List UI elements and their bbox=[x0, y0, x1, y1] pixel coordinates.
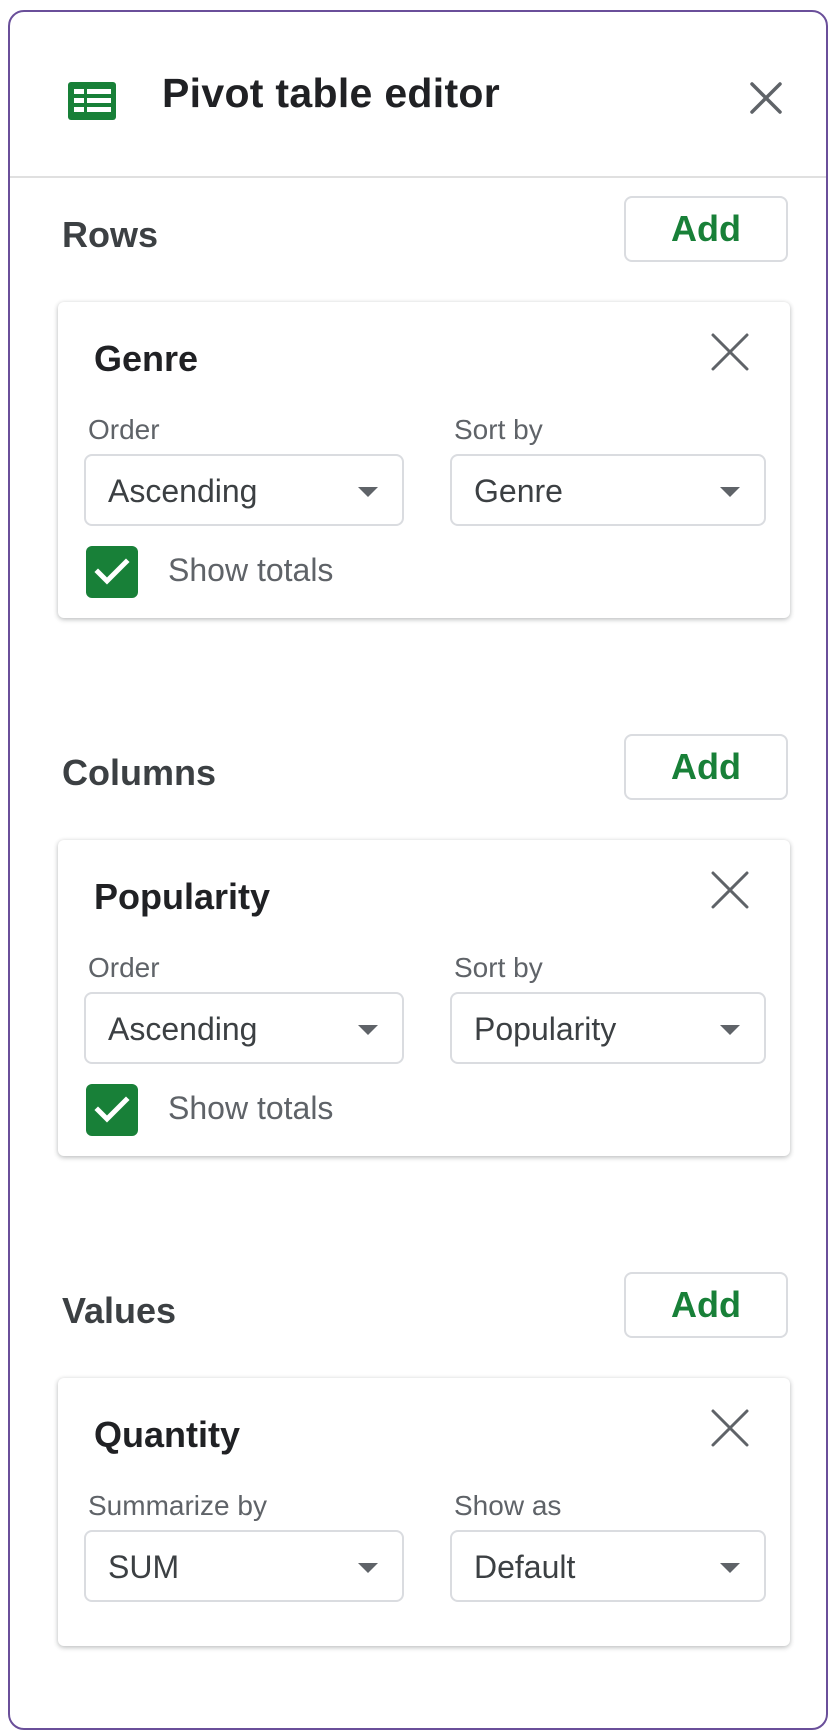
sort-by-select[interactable]: Popularity bbox=[450, 992, 766, 1064]
close-icon bbox=[711, 333, 749, 371]
column-field-card: Popularity Order Sort by Ascending Popul… bbox=[58, 840, 790, 1156]
editor-title: Pivot table editor bbox=[162, 70, 501, 116]
close-icon bbox=[711, 1409, 749, 1447]
sort-by-label: Sort by bbox=[454, 414, 543, 445]
add-value-button[interactable]: Add bbox=[624, 1272, 788, 1338]
value-field-title: Quantity bbox=[94, 1414, 241, 1455]
order-select[interactable]: Ascending bbox=[84, 992, 404, 1064]
show-totals-label: Show totals bbox=[168, 552, 334, 588]
dropdown-caret-icon bbox=[358, 1025, 378, 1035]
dropdown-caret-icon bbox=[720, 487, 740, 497]
show-as-select[interactable]: Default bbox=[450, 1530, 766, 1602]
rows-section-label: Rows bbox=[62, 214, 159, 255]
row-field-title: Genre bbox=[94, 338, 199, 379]
sheets-icon bbox=[66, 80, 118, 127]
close-icon bbox=[711, 871, 749, 909]
dropdown-caret-icon bbox=[358, 487, 378, 497]
show-as-select-value: Default bbox=[474, 1549, 576, 1585]
dropdown-caret-icon bbox=[720, 1025, 740, 1035]
values-section-label: Values bbox=[62, 1290, 177, 1331]
order-select-value: Ascending bbox=[108, 473, 258, 509]
summarize-by-select[interactable]: SUM bbox=[84, 1530, 404, 1602]
editor-header: Pivot table editor bbox=[10, 12, 826, 178]
row-field-card: Genre Order Sort by Ascending Genre Show… bbox=[58, 302, 790, 618]
order-label: Order bbox=[88, 414, 160, 445]
close-editor-button[interactable] bbox=[748, 80, 784, 121]
order-select-value: Ascending bbox=[108, 1011, 258, 1047]
sort-by-select-value: Popularity bbox=[474, 1011, 617, 1047]
checkmark-icon bbox=[94, 1096, 130, 1123]
show-totals-label: Show totals bbox=[168, 1090, 334, 1126]
columns-section-label: Columns bbox=[62, 752, 217, 793]
dropdown-caret-icon bbox=[358, 1563, 378, 1573]
sort-by-label: Sort by bbox=[454, 952, 543, 983]
sort-by-select[interactable]: Genre bbox=[450, 454, 766, 526]
add-column-button[interactable]: Add bbox=[624, 734, 788, 800]
sort-by-select-value: Genre bbox=[474, 473, 563, 509]
dropdown-caret-icon bbox=[720, 1563, 740, 1573]
checkmark-icon bbox=[94, 558, 130, 585]
add-row-button[interactable]: Add bbox=[624, 196, 788, 262]
remove-row-field-button[interactable] bbox=[710, 332, 750, 377]
remove-value-field-button[interactable] bbox=[710, 1408, 750, 1453]
value-field-card: Quantity Summarize by Show as SUM Defaul… bbox=[58, 1378, 790, 1646]
summarize-by-select-value: SUM bbox=[108, 1549, 180, 1585]
remove-column-field-button[interactable] bbox=[710, 870, 750, 915]
show-totals-checkbox[interactable] bbox=[86, 546, 138, 598]
column-field-title: Popularity bbox=[94, 876, 271, 917]
show-as-label: Show as bbox=[454, 1490, 562, 1521]
close-icon bbox=[750, 82, 782, 114]
pivot-table-editor-panel: Pivot table editor Rows Add Genre Order … bbox=[8, 10, 828, 1730]
order-label: Order bbox=[88, 952, 160, 983]
order-select[interactable]: Ascending bbox=[84, 454, 404, 526]
summarize-by-label: Summarize by bbox=[88, 1490, 267, 1521]
show-totals-checkbox[interactable] bbox=[86, 1084, 138, 1136]
